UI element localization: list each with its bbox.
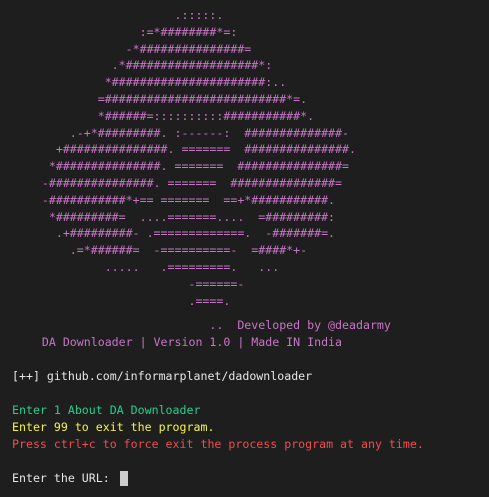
menu-option-about: Enter 1 About DA Downloader	[12, 403, 201, 417]
url-prompt-label: Enter the URL:	[12, 471, 117, 485]
ascii-art-line: -======-	[0, 276, 245, 291]
force-exit-warning: Press ctrl+c to force exit the process p…	[12, 437, 424, 451]
url-prompt[interactable]: Enter the URL:	[12, 470, 128, 487]
ascii-art-line: ..... .=========. ...	[0, 259, 280, 274]
repo-url: [++] github.com/informarplanet/dadownloa…	[12, 369, 313, 383]
ascii-art-line: *######################:..	[0, 75, 287, 90]
ascii-art-line: -*###############=	[0, 41, 252, 56]
ascii-art-line: .:::::.	[0, 8, 224, 22]
version-banner: DA Downloader | Version 1.0 | Made IN In…	[0, 335, 343, 349]
ascii-art-line: +###############. ======= ##############…	[0, 142, 356, 157]
terminal-window[interactable]: .:::::. :=*########*=: -*###############…	[0, 0, 489, 497]
ascii-art-line: .-+*#########. :------: ##############-	[0, 125, 350, 140]
ascii-art-line: *######=::::::::::###########*.	[0, 108, 315, 123]
ascii-art-logo: .:::::. :=*########*=: -*###############…	[0, 7, 356, 309]
ascii-art-line: *###############. ======= ##############…	[0, 159, 350, 174]
menu-option-exit: Enter 99 to exit the program.	[12, 420, 215, 434]
ascii-art-line: .=*######= -==========- =####*+-	[0, 243, 308, 258]
developer-credit: .. Developed by @deadarmy	[0, 318, 391, 332]
ascii-art-line: .*###################*:	[0, 58, 273, 73]
ascii-art-line: .+#########- .=============. -#######=.	[0, 226, 336, 241]
ascii-art-line: =##########################*=.	[0, 91, 308, 106]
ascii-art-line: -###############. ======= ##############…	[0, 175, 343, 190]
ascii-art-line: -###########*+== ======= ==+*###########…	[0, 192, 336, 207]
text-cursor[interactable]	[119, 470, 128, 486]
ascii-art-line: .====.	[0, 293, 231, 308]
ascii-art-line: :=*########*=:	[0, 24, 238, 39]
ascii-art-line: *#########= ....=======.... =#########:	[0, 209, 336, 224]
